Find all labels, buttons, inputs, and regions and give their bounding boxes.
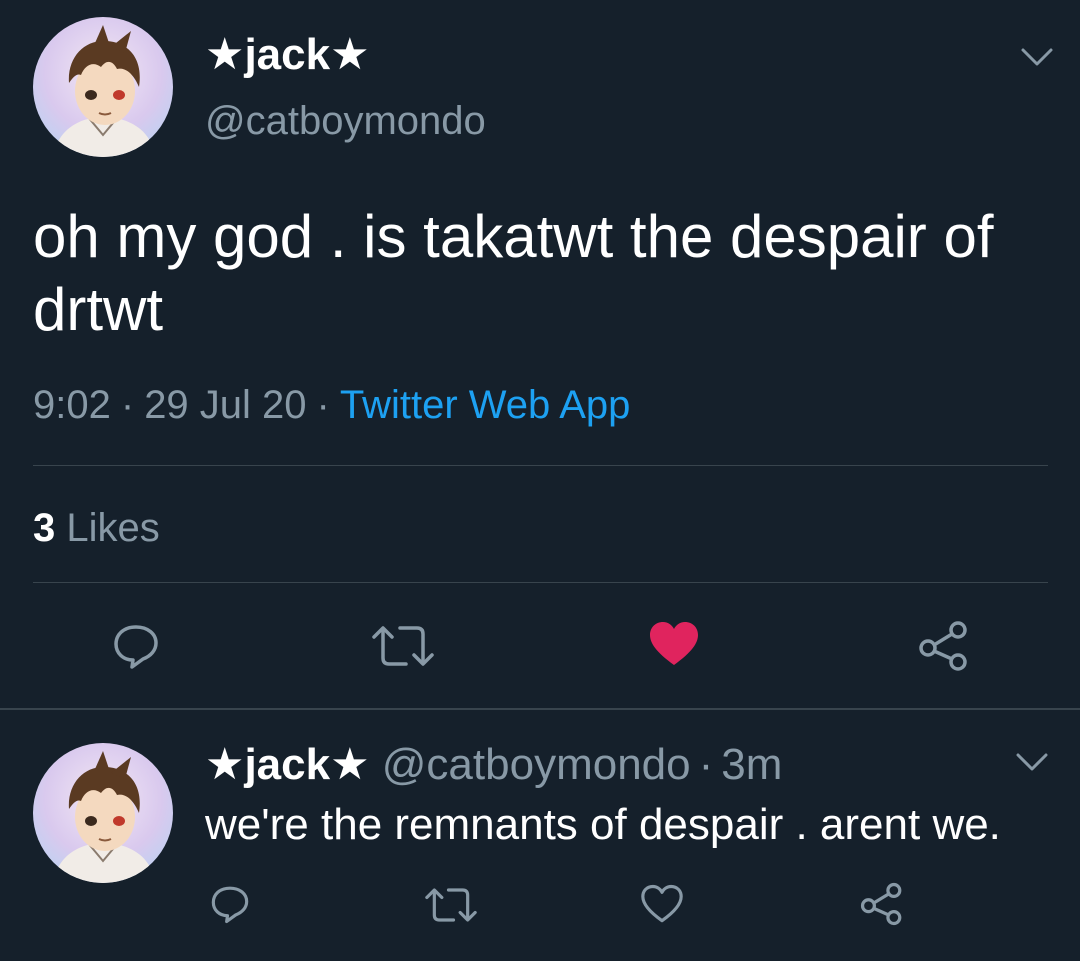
avatar-image: [33, 17, 173, 157]
likes-count[interactable]: 3 Likes: [33, 503, 160, 553]
reply-share-icon[interactable]: [860, 882, 904, 926]
reply-reply-icon[interactable]: [208, 884, 252, 924]
meta-separator: ·: [120, 383, 135, 427]
reply-icon[interactable]: [110, 622, 162, 670]
avatar[interactable]: [33, 17, 173, 157]
meta-separator: ·: [316, 383, 330, 427]
reply-text: we're the remnants of despair . arent we…: [205, 800, 1001, 849]
more-options-chevron-down-icon[interactable]: [1015, 35, 1059, 79]
user-handle[interactable]: @catboymondo: [205, 96, 486, 146]
reply-time: 3m: [721, 740, 783, 789]
reply-more-options-chevron-down-icon[interactable]: [1010, 740, 1054, 784]
reply-user-handle[interactable]: @catboymondo: [382, 740, 691, 789]
avatar-image: [33, 743, 173, 883]
likes-label: Likes: [66, 506, 160, 550]
tweet-date: 29 Jul 20: [144, 383, 307, 427]
reply-like-heart-icon[interactable]: [640, 884, 684, 924]
reply-avatar[interactable]: [33, 743, 173, 883]
display-name[interactable]: ★jack★: [205, 28, 370, 82]
share-icon[interactable]: [918, 620, 970, 672]
reply-display-name[interactable]: ★jack★: [205, 740, 370, 789]
reply-retweet-icon[interactable]: [423, 885, 479, 925]
reply-separator: ·: [698, 740, 714, 789]
tweet-text: oh my god . is takatwt the despair of dr…: [33, 203, 994, 343]
section-divider: [0, 708, 1080, 710]
tweet-meta: 9:02 · 29 Jul 20 · Twitter Web App: [33, 380, 630, 430]
like-heart-icon[interactable]: [648, 620, 700, 668]
retweet-icon[interactable]: [370, 622, 436, 670]
reply-header: ★jack★ @catboymondo · 3m: [205, 738, 782, 792]
tweet-time: 9:02: [33, 383, 111, 427]
divider: [33, 465, 1048, 466]
likes-number: 3: [33, 506, 56, 550]
divider: [33, 582, 1048, 583]
tweet-source-link[interactable]: Twitter Web App: [340, 383, 631, 427]
